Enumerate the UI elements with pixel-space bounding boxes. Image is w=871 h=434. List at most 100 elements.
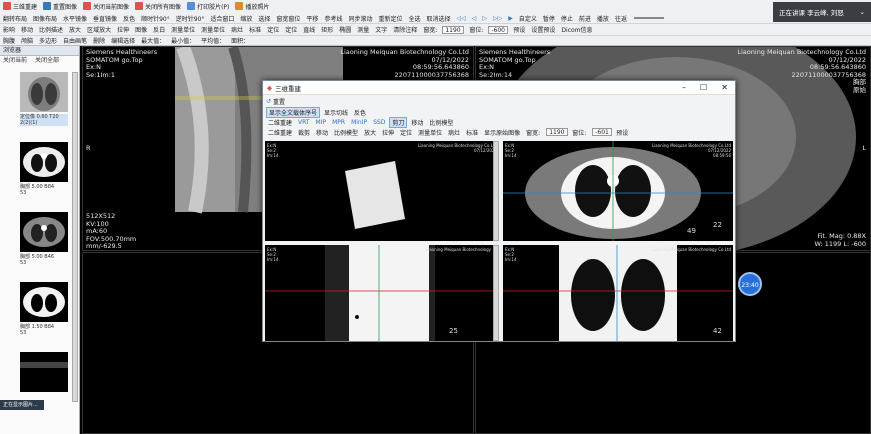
tool-item[interactable]: 图像 <box>132 25 150 34</box>
toolbar-item[interactable]: 参考线 <box>321 12 345 23</box>
tool-item[interactable]: 矩形 <box>318 25 336 34</box>
dialog-tool[interactable]: 标准 <box>464 128 480 137</box>
dialog-mode[interactable]: MPR <box>330 119 347 126</box>
tool-item[interactable]: 比例描述 <box>36 25 66 34</box>
dialog-tool[interactable]: 移动 <box>314 128 330 137</box>
tool-item[interactable]: 影响 <box>0 25 18 34</box>
toolbar-item[interactable]: 同步滚动 <box>345 12 375 23</box>
tool-item[interactable]: 反白 <box>150 25 168 34</box>
dialog-tool[interactable]: 病灶 <box>446 128 462 137</box>
toolbar-item[interactable]: 平移 <box>303 12 321 23</box>
dialog-tab[interactable]: 反色 <box>352 108 368 117</box>
measure-item[interactable]: 胸腹 <box>0 36 18 45</box>
time-badge[interactable]: 23:40 <box>738 272 762 296</box>
toolbar-item[interactable]: 窗宽窗位 <box>273 12 303 23</box>
tool-item[interactable]: 放大 <box>66 25 84 34</box>
playback-control[interactable]: 自定义 <box>516 12 540 23</box>
dialog-view-2[interactable]: Ex:N Se:2 Im:14 Liaoning Meiquan Biotech… <box>503 141 733 241</box>
nav-control[interactable]: ◁ <box>469 12 480 23</box>
dialog-mode[interactable]: MinIP <box>349 119 369 126</box>
playback-control[interactable]: 往返 <box>612 12 630 23</box>
dialog-view-3[interactable]: Ex:N Se:2 Im:14 Liaoning Meiquan Biotech… <box>265 245 499 341</box>
tool-item[interactable]: 区域放大 <box>84 25 114 34</box>
toolbar-item[interactable]: 选择 <box>255 12 273 23</box>
toolbar-item[interactable]: 取消选择 <box>424 12 454 23</box>
toolbar-button-close-image[interactable]: 关闭当前图像 <box>80 0 132 12</box>
window-width-input[interactable]: 1190 <box>442 25 465 34</box>
tool-item[interactable]: 测量 <box>354 25 372 34</box>
dialog-mode[interactable]: VRT <box>296 119 312 126</box>
dialog-tool[interactable]: 显示原始图像 <box>482 128 522 137</box>
toolbar-item[interactable]: 缩放 <box>237 12 255 23</box>
dialog-tool[interactable]: 比例模型 <box>332 128 360 137</box>
toolbar-item[interactable]: 重新定位 <box>375 12 405 23</box>
dialog-view-1[interactable]: Ex:N Se:2 Im:14 Liaoning Meiquan Biotech… <box>265 141 499 241</box>
dialog-tool[interactable]: 测量单位 <box>416 128 444 137</box>
toolbar-button-play-photo[interactable]: 播放照片 <box>232 0 272 12</box>
dialog-ww-input[interactable]: 1190 <box>546 128 569 136</box>
thumbnail-chest-1[interactable] <box>20 142 68 182</box>
tool-item[interactable]: 定位 <box>282 25 300 34</box>
measure-item[interactable]: 颅脑 <box>18 36 36 45</box>
dialog-tool[interactable]: 放大 <box>362 128 378 137</box>
close-current-tab[interactable]: 关闭当前 <box>3 57 27 64</box>
nav-control[interactable]: ◁◁ <box>454 12 469 23</box>
tool-item[interactable]: 清除注释 <box>390 25 420 34</box>
settings-preset-button[interactable]: 设置预设 <box>528 24 558 35</box>
dialog-tool[interactable]: 拉伸 <box>380 128 396 137</box>
dicom-info-button[interactable]: Dicom信息 <box>558 24 595 35</box>
dialog-mode[interactable]: 移动 <box>409 118 425 127</box>
dialog-tool[interactable]: 二维重建 <box>266 128 294 137</box>
close-button[interactable]: ✕ <box>721 83 728 92</box>
playback-control[interactable]: 前进 <box>576 12 594 23</box>
dialog-preset-dropdown[interactable]: 预设 <box>614 128 630 137</box>
dialog-view-4[interactable]: Ex:N Se:2 Im:14 Liaoning Meiquan Biotech… <box>503 245 733 341</box>
tool-item[interactable]: 定位 <box>264 25 282 34</box>
dialog-tab[interactable]: 显示全文载体序号 <box>266 106 321 118</box>
playback-control[interactable]: 停止 <box>558 12 576 23</box>
thumbnail-chest-4[interactable] <box>20 352 68 392</box>
tool-item[interactable]: 文字 <box>372 25 390 34</box>
preset-dropdown[interactable]: 预设 <box>510 24 528 35</box>
thumbnail-scout[interactable] <box>20 72 68 112</box>
nav-control[interactable]: ▷ <box>479 12 490 23</box>
toolbar-item[interactable]: 水平镜像 <box>60 12 90 23</box>
measure-item[interactable]: 编辑选择 <box>108 36 138 45</box>
toolbar-item[interactable]: 翻转布局 <box>0 12 30 23</box>
toolbar-item[interactable]: 反色 <box>120 12 138 23</box>
toolbar-item[interactable]: 逆时针90° <box>173 12 208 23</box>
dialog-mode[interactable]: 比例模型 <box>427 118 455 127</box>
measure-item[interactable]: 多边形 <box>36 36 60 45</box>
tool-item[interactable]: 拉伸 <box>114 25 132 34</box>
dialog-reset-button[interactable]: 重置 <box>273 97 285 106</box>
close-all-tab[interactable]: 关闭全部 <box>35 57 59 64</box>
playback-control[interactable]: 暂停 <box>540 12 558 23</box>
dialog-mode[interactable]: 剪刀 <box>389 116 408 128</box>
window-level-input[interactable]: -600 <box>488 25 509 34</box>
toolbar-item[interactable]: 图像布局 <box>30 12 60 23</box>
toolbar-button-reset[interactable]: 重置图像 <box>40 0 80 12</box>
toolbar-item[interactable]: 顺时针90° <box>138 12 173 23</box>
toolbar-button-print[interactable]: 打印胶片(P) <box>184 0 232 12</box>
nav-control[interactable]: ▷▷ <box>490 12 505 23</box>
nav-control[interactable]: ▶ <box>505 12 516 23</box>
tool-item[interactable]: 测量单位 <box>168 25 198 34</box>
view-scrollbar[interactable] <box>493 141 499 241</box>
view-scrollbar[interactable] <box>493 245 499 341</box>
measure-item[interactable]: 自由画笔 <box>60 36 90 45</box>
dialog-wl-input[interactable]: -601 <box>592 128 613 136</box>
dialog-tab[interactable]: 显示切线 <box>322 108 350 117</box>
thumbnail-chest-2[interactable] <box>20 212 68 252</box>
tool-item[interactable]: 直线 <box>300 25 318 34</box>
tool-item[interactable]: 窗宽: <box>420 25 440 34</box>
browser-scrollbar[interactable] <box>72 72 78 402</box>
playback-control[interactable]: 播放 <box>594 12 612 23</box>
toolbar-button-cube[interactable]: 三维重建 <box>0 0 40 12</box>
dialog-tool[interactable]: 裁剪 <box>296 128 312 137</box>
toolbar-item[interactable]: 适合窗口 <box>207 12 237 23</box>
maximize-button[interactable]: ☐ <box>700 83 707 92</box>
playback-slider[interactable] <box>633 17 664 19</box>
chevron-down-icon[interactable]: ⌄ <box>860 8 865 16</box>
tool-item[interactable]: 椭圆 <box>336 25 354 34</box>
dialog-tool[interactable]: 定位 <box>398 128 414 137</box>
